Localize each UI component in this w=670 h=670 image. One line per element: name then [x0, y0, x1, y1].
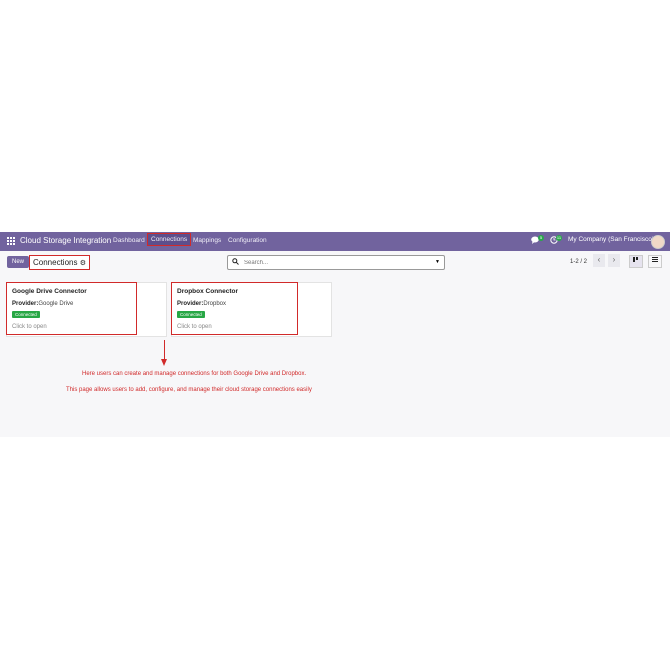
pager-value[interactable]: 1-2 / 2: [570, 259, 587, 265]
provider-label: Provider:: [12, 301, 39, 307]
card-hint: Click to open: [12, 324, 47, 330]
search-input[interactable]: [242, 257, 416, 269]
annotation-line-1: Here users can create and manage connect…: [82, 371, 307, 377]
activity-count-badge: 11: [556, 235, 562, 241]
card-title: Dropbox Connector: [177, 288, 239, 295]
list-view-icon[interactable]: [648, 255, 662, 268]
menu-dashboard[interactable]: Dashboard: [113, 237, 145, 244]
app-name[interactable]: Cloud Storage Integration: [20, 236, 111, 245]
status-badge: Connected: [12, 311, 40, 318]
company-switcher[interactable]: My Company (San Francisco): [568, 236, 654, 243]
card-hint: Click to open: [177, 324, 212, 330]
search-icon: [232, 258, 239, 267]
connection-card[interactable]: Dropbox Connector Provider:Dropbox Conne…: [171, 282, 332, 337]
annotation-line-2: This page allows users to add, configure…: [66, 387, 312, 393]
breadcrumb: Connections ⚙: [29, 255, 90, 270]
provider-value: Dropbox: [203, 301, 227, 307]
kanban-view-icon[interactable]: [629, 255, 643, 268]
search-bar: ▼: [227, 255, 445, 270]
chat-count-badge: 5: [538, 235, 544, 241]
gear-icon[interactable]: ⚙: [80, 260, 86, 267]
menu-configuration[interactable]: Configuration: [228, 237, 267, 244]
user-avatar[interactable]: [651, 235, 665, 249]
pager-next-button[interactable]: ›: [608, 254, 620, 267]
top-navbar: Cloud Storage Integration Dashboard Conn…: [0, 232, 670, 251]
pager-previous-button[interactable]: ‹: [593, 254, 605, 267]
new-button[interactable]: New: [7, 256, 29, 268]
status-badge: Connected: [177, 311, 205, 318]
provider-value: Google Drive: [38, 301, 74, 307]
control-panel: New Connections ⚙ ▼ 1-2 / 2 ‹ ›: [0, 251, 670, 276]
connection-card[interactable]: Google Drive Connector Provider:Google D…: [6, 282, 167, 337]
odoo-app: Cloud Storage Integration Dashboard Conn…: [0, 232, 670, 437]
card-title: Google Drive Connector: [12, 288, 87, 295]
menu-mappings[interactable]: Mappings: [193, 237, 221, 244]
card-provider: Provider:Google Drive: [12, 301, 73, 307]
apps-menu-icon[interactable]: [7, 237, 16, 246]
breadcrumb-title: Connections: [33, 258, 78, 267]
search-dropdown-toggle-icon[interactable]: ▼: [435, 259, 440, 265]
annotation-arrow-head: [161, 359, 167, 366]
card-provider: Provider:Dropbox: [177, 301, 226, 307]
annotation-arrow: [164, 340, 166, 361]
provider-label: Provider:: [177, 301, 204, 307]
menu-connections[interactable]: Connections: [146, 233, 192, 246]
